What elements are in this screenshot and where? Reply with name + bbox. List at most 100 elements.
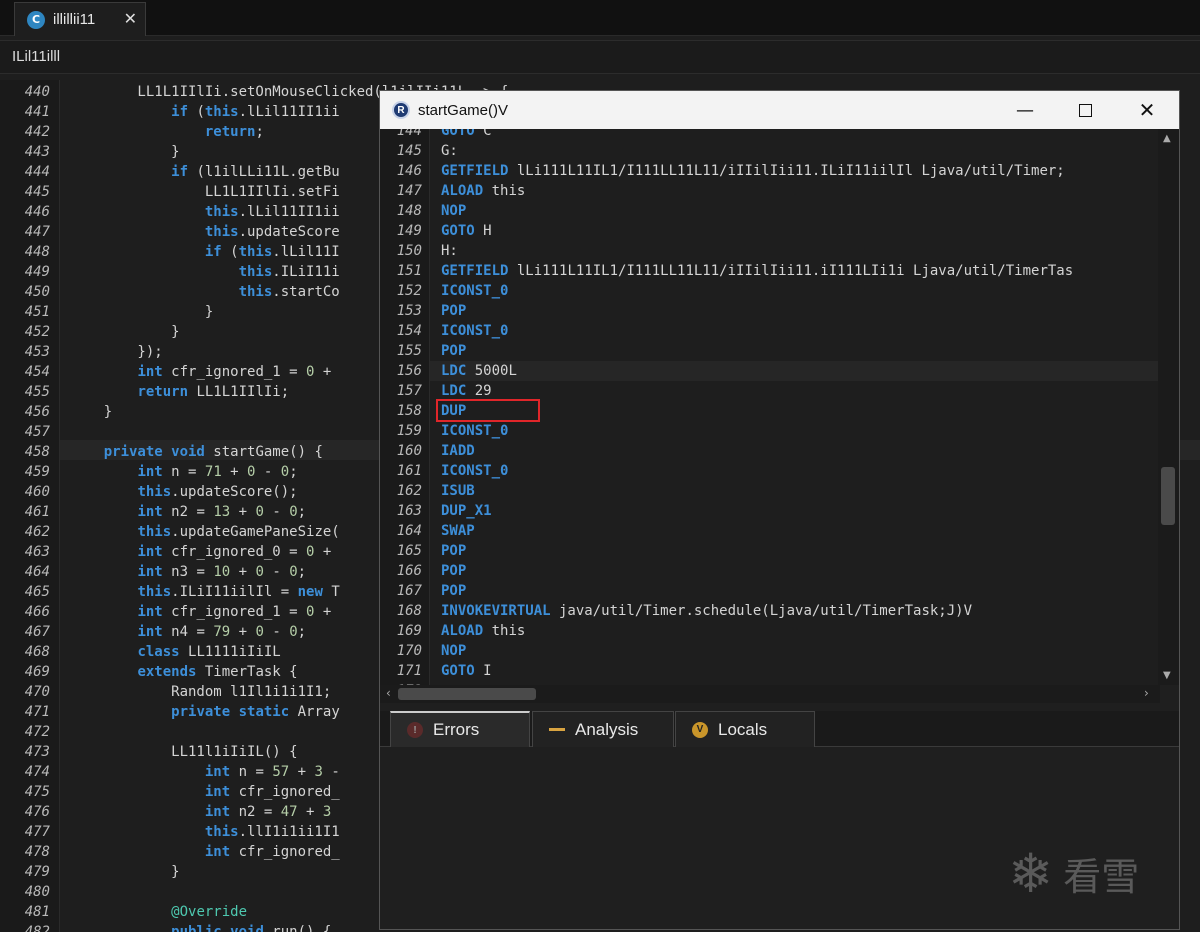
code-line[interactable]: private void startGame() { bbox=[70, 442, 323, 462]
line-number: 457 bbox=[24, 424, 50, 440]
bytecode-instruction[interactable]: SWAP bbox=[441, 521, 475, 541]
opcode: DUP_X1 bbox=[441, 503, 492, 519]
opcode: NOP bbox=[441, 643, 467, 659]
bytecode-instruction[interactable]: POP bbox=[441, 581, 466, 601]
bytecode-instruction[interactable]: POP bbox=[441, 561, 466, 581]
code-line[interactable]: this.updateScore bbox=[70, 222, 340, 242]
bytecode-instruction[interactable]: GOTO C bbox=[441, 129, 492, 141]
bytecode-instruction[interactable]: LDC 5000L bbox=[441, 361, 517, 381]
bytecode-instruction[interactable]: NOP bbox=[441, 201, 466, 221]
code-line[interactable]: if (this.lLil11I bbox=[70, 242, 340, 262]
tab-locals[interactable]: V Locals bbox=[675, 711, 815, 747]
operand: C bbox=[474, 129, 492, 139]
scroll-left-icon[interactable]: ‹ bbox=[386, 686, 391, 700]
code-line[interactable]: this.llI1i1ii1I1 bbox=[70, 822, 340, 842]
operand: lLi111L11IL1/I111LL11L11/iIIilIii11.ILiI… bbox=[508, 163, 1065, 179]
code-line[interactable]: } bbox=[70, 302, 213, 322]
maximize-button[interactable] bbox=[1062, 91, 1108, 129]
file-tab-label: illillii11 bbox=[53, 11, 96, 28]
file-tab[interactable]: C illillii11 ✕ bbox=[14, 2, 146, 36]
code-line[interactable]: int n = 57 + 3 - bbox=[70, 762, 340, 782]
code-line[interactable]: this.updateGamePaneSize( bbox=[70, 522, 339, 542]
vertical-scroll-thumb[interactable] bbox=[1161, 467, 1175, 525]
code-line[interactable]: int n3 = 10 + 0 - 0; bbox=[70, 562, 306, 582]
bytecode-instruction[interactable]: GETFIELD lLi111L11IL1/I111LL11L11/iIIilI… bbox=[441, 161, 1065, 181]
bytecode-instruction[interactable]: ALOAD this bbox=[441, 181, 525, 201]
code-line[interactable]: int n2 = 47 + 3 bbox=[70, 802, 340, 822]
code-line[interactable]: if (l1ilLLi11L.getBu bbox=[70, 162, 340, 182]
bytecode-instruction[interactable]: POP bbox=[441, 541, 466, 561]
code-line[interactable]: int cfr_ignored_1 = 0 + bbox=[70, 602, 340, 622]
bytecode-instruction[interactable]: ICONST_0 bbox=[441, 281, 508, 301]
bytecode-instruction[interactable]: ISUB bbox=[441, 481, 475, 501]
code-line[interactable]: public void run() { bbox=[70, 922, 331, 932]
breadcrumb[interactable]: ILil11illl bbox=[0, 40, 1200, 74]
bytecode-instruction[interactable]: LDC 29 bbox=[441, 381, 492, 401]
code-line[interactable]: int n4 = 79 + 0 - 0; bbox=[70, 622, 306, 642]
bytecode-instruction[interactable]: GOTO H bbox=[441, 221, 492, 241]
code-line[interactable]: int cfr_ignored_ bbox=[70, 782, 340, 802]
bytecode-instruction[interactable]: G: bbox=[441, 141, 458, 161]
code-line[interactable]: return; bbox=[70, 122, 264, 142]
bytecode-instruction[interactable]: IADD bbox=[441, 441, 475, 461]
code-line[interactable]: return LL1L1IIlIi; bbox=[70, 382, 289, 402]
code-line[interactable]: } bbox=[70, 322, 179, 342]
line-number: 465 bbox=[24, 584, 50, 600]
code-line[interactable]: Random l1Il1i1i1I1; bbox=[70, 682, 331, 702]
code-line[interactable]: this.startCo bbox=[70, 282, 340, 302]
bytecode-instruction[interactable]: ICONST_0 bbox=[441, 421, 508, 441]
bytecode-line-number: 154 bbox=[396, 323, 422, 339]
code-line[interactable]: class LL1111iIiIL bbox=[70, 642, 280, 662]
code-line[interactable]: this.updateScore(); bbox=[70, 482, 297, 502]
code-line[interactable]: this.lLil11II1ii bbox=[70, 202, 340, 222]
code-line[interactable]: int n = 71 + 0 - 0; bbox=[70, 462, 297, 482]
vertical-scrollbar[interactable]: ▲ ▼ bbox=[1158, 129, 1179, 685]
tab-locals-label: Locals bbox=[718, 719, 768, 739]
bytecode-instruction[interactable]: ICONST_0 bbox=[441, 321, 508, 341]
operand: 29 bbox=[466, 383, 492, 399]
close-window-button[interactable]: ✕ bbox=[1124, 91, 1170, 129]
bytecode-instruction[interactable]: POP bbox=[441, 341, 466, 361]
scroll-up-icon[interactable]: ▲ bbox=[1163, 133, 1171, 144]
opcode: GETFIELD bbox=[441, 263, 509, 279]
code-line[interactable]: if (this.lLil11II1ii bbox=[70, 102, 340, 122]
code-line[interactable]: int cfr_ignored_1 = 0 + bbox=[70, 362, 340, 382]
code-line[interactable]: this.ILiI11iilIl = new T bbox=[70, 582, 339, 602]
close-tab-icon[interactable]: ✕ bbox=[124, 9, 137, 28]
bytecode-instruction[interactable]: H: bbox=[441, 241, 458, 261]
code-line[interactable]: @Override bbox=[70, 902, 247, 922]
bytecode-instruction[interactable]: DUP_X1 bbox=[441, 501, 492, 521]
code-line[interactable]: this.ILiI11i bbox=[70, 262, 340, 282]
line-number: 449 bbox=[24, 264, 50, 280]
code-line[interactable]: int cfr_ignored_0 = 0 + bbox=[70, 542, 340, 562]
bytecode-instruction[interactable]: ICONST_0 bbox=[441, 461, 508, 481]
horizontal-scroll-thumb[interactable] bbox=[398, 688, 536, 700]
minimize-button[interactable]: — bbox=[1002, 91, 1048, 129]
horizontal-scrollbar[interactable]: ‹ › bbox=[380, 685, 1160, 703]
bytecode-instruction[interactable]: POP bbox=[441, 301, 466, 321]
code-line[interactable]: LL11l1iIiIL() { bbox=[70, 742, 297, 762]
bytecode-instruction[interactable]: GOTO I bbox=[441, 661, 492, 681]
code-line[interactable]: }); bbox=[70, 342, 162, 362]
code-line[interactable]: extends TimerTask { bbox=[70, 662, 297, 682]
scroll-down-icon[interactable]: ▼ bbox=[1163, 670, 1171, 681]
line-number: 444 bbox=[24, 164, 50, 180]
tab-analysis[interactable]: Analysis bbox=[532, 711, 674, 747]
bytecode-instruction[interactable]: NOP bbox=[441, 641, 466, 661]
bytecode-instruction[interactable]: INVOKEVIRTUAL java/util/Timer.schedule(L… bbox=[441, 601, 972, 621]
line-number: 468 bbox=[24, 644, 50, 660]
tab-errors[interactable]: ! Errors bbox=[390, 711, 530, 747]
code-line[interactable]: private static Array bbox=[70, 702, 340, 722]
bytecode-instruction[interactable]: GETFIELD lLi111L11IL1/I111LL11L11/iIIilI… bbox=[441, 261, 1073, 281]
window-title-bar[interactable]: R startGame()V — ✕ bbox=[380, 91, 1179, 129]
code-line[interactable]: } bbox=[70, 402, 112, 422]
code-line[interactable]: } bbox=[70, 862, 179, 882]
line-number: 463 bbox=[24, 544, 50, 560]
bytecode-editor[interactable]: 144 GOTO C 145 G: 146 GETFIELD lLi111L11IL1/I… bbox=[380, 129, 1160, 685]
bytecode-instruction[interactable]: ALOAD this bbox=[441, 621, 525, 641]
code-line[interactable]: LL1L1IIlIi.setFi bbox=[70, 182, 340, 202]
code-line[interactable]: } bbox=[70, 142, 179, 162]
code-line[interactable]: int n2 = 13 + 0 - 0; bbox=[70, 502, 306, 522]
scroll-right-icon[interactable]: › bbox=[1144, 686, 1149, 700]
code-line[interactable]: int cfr_ignored_ bbox=[70, 842, 340, 862]
